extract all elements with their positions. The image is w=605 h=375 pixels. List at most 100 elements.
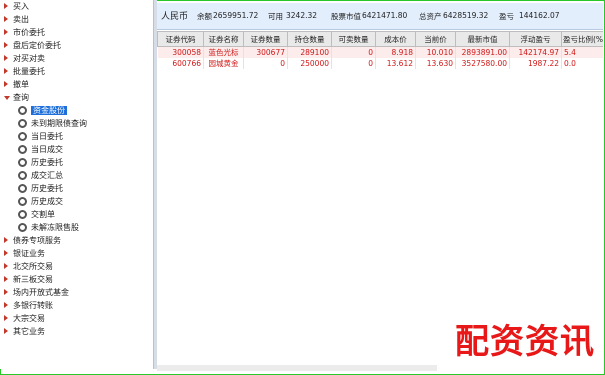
tree-item-bond-query[interactable]: 未到期限债查询 [18,117,87,130]
tree-item-today-trades[interactable]: 当日成交 [18,143,63,156]
collapsed-arrow-icon [4,314,9,323]
cell-floating-pnl: 1987.22 [509,58,562,69]
tree-label: 债券专项服务 [13,236,61,245]
tree-label: 多银行转账 [13,301,53,310]
tree-label: 资金股份 [31,106,67,115]
column-header[interactable]: 盈亏比例(%) [561,31,603,47]
tree-label: 盘后定价委托 [13,41,61,50]
collapsed-arrow-icon [4,41,9,50]
account-summary-bar: 人民币 余额 2659951.72 可用 3242.32 股票市值 642147… [157,3,603,30]
available-value: 3242.32 [286,11,318,20]
collapsed-arrow-icon [4,275,9,284]
collapsed-arrow-icon [4,67,9,76]
tree-label: 新三板交易 [13,275,53,284]
expanded-arrow-icon [4,93,10,102]
cell-code: 600766 [157,58,204,69]
tree-item-cancel[interactable]: 撤单 [4,78,29,91]
column-header[interactable]: 成本价 [375,31,416,47]
cell-sellable: 0 [331,58,376,69]
watermark-text: 配资资讯 [455,322,595,362]
cell-pnl-ratio: 0.0 [561,58,603,69]
tree-item-block-trade[interactable]: 大宗交易 [4,312,45,325]
gear-icon [18,145,27,154]
cell-name: 园城黄金 [203,58,244,69]
tree-item-bse-trading[interactable]: 北交所交易 [4,260,53,273]
tree-label: 对买对卖 [13,54,45,63]
tree-item-lof-fund[interactable]: 场内开放式基金 [4,286,69,299]
gear-icon [18,197,27,206]
balance-value: 2659951.72 [213,11,259,20]
pnl-label: 盈亏 [499,12,514,21]
column-header[interactable]: 证券名称 [203,31,244,47]
horizontal-scrollbar[interactable] [157,365,437,371]
tree-item-neeq-trading[interactable]: 新三板交易 [4,273,53,286]
tree-item-multi-bank[interactable]: 多银行转账 [4,299,53,312]
tree-label: 历史委托 [31,184,63,193]
cell-market-value: 3527580.00 [455,58,510,69]
column-header[interactable]: 证券代码 [157,31,204,47]
tree-label: 北交所交易 [13,262,53,271]
tree-item-history-orders-2[interactable]: 历史委托 [18,182,63,195]
gear-icon [18,210,27,219]
tree-label: 交割单 [31,210,55,219]
collapsed-arrow-icon [4,15,9,24]
column-header[interactable]: 当前价 [415,31,456,47]
column-header[interactable]: 浮动盈亏 [509,31,562,47]
cell-position: 289100 [287,46,332,58]
tree-item-after-hours[interactable]: 盘后定价委托 [4,39,61,52]
cell-pnl-ratio: 5.4 [561,46,603,58]
nav-tree: 买入 卖出 市价委托 盘后定价委托 对买对卖 批量委托 撤单 查询 资金股份 未… [0,0,153,369]
tree-label: 成交汇总 [31,171,63,180]
table-row[interactable]: 600766 园城黄金 0 250000 0 13.612 13.630 352… [157,58,603,69]
tree-item-bond-service[interactable]: 债券专项服务 [4,234,61,247]
available-label: 可用 [268,12,283,21]
gear-icon [18,184,27,193]
collapsed-arrow-icon [4,249,9,258]
tree-item-settlement[interactable]: 交割单 [18,208,55,221]
cell-current-price: 10.010 [415,46,456,58]
stock-value-label: 股票市值 [331,12,361,21]
tree-label: 查询 [13,93,29,102]
tree-item-history-orders[interactable]: 历史委托 [18,156,63,169]
gear-icon [18,158,27,167]
pnl-value: 144162.07 [519,11,560,20]
tree-item-query[interactable]: 查询 [4,91,29,104]
column-header[interactable]: 可卖数量 [331,31,376,47]
tree-item-other[interactable]: 其它业务 [4,325,45,338]
tree-item-funds-holdings[interactable]: 资金股份 [18,104,67,117]
collapsed-arrow-icon [4,288,9,297]
gear-icon [18,223,27,232]
column-header[interactable]: 最新市值 [455,31,510,47]
collapsed-arrow-icon [4,301,9,310]
tree-item-market-order[interactable]: 市价委托 [4,26,45,39]
tree-item-pair-trade[interactable]: 对买对卖 [4,52,45,65]
tree-item-batch-order[interactable]: 批量委托 [4,65,45,78]
tree-label: 当日委托 [31,132,63,141]
collapsed-arrow-icon [4,80,9,89]
tree-item-buy[interactable]: 买入 [4,0,29,13]
collapsed-arrow-icon [4,28,9,37]
tree-item-history-trades[interactable]: 历史成交 [18,195,63,208]
collapsed-arrow-icon [4,262,9,271]
tree-item-today-orders[interactable]: 当日委托 [18,130,63,143]
tree-item-trade-summary[interactable]: 成交汇总 [18,169,63,182]
table-row[interactable]: 300058 蓝色光标 300677 289100 0 8.918 10.010… [157,46,603,58]
cell-code: 300058 [157,46,204,58]
tree-label: 卖出 [13,15,29,24]
cell-quantity: 0 [243,58,288,69]
tree-label: 银证业务 [13,249,45,258]
tree-item-sell[interactable]: 卖出 [4,13,29,26]
tree-label: 大宗交易 [13,314,45,323]
tree-label: 未解冻限售股 [31,223,79,232]
total-assets-label: 总资产 [419,12,442,21]
tree-item-restricted-shares[interactable]: 未解冻限售股 [18,221,79,234]
tree-label: 未到期限债查询 [31,119,87,128]
tree-item-bank-securities[interactable]: 银证业务 [4,247,45,260]
balance-label: 余额 [197,12,212,21]
column-header[interactable]: 证券数量 [243,31,288,47]
column-header[interactable]: 持仓数量 [287,31,332,47]
cell-name: 蓝色光标 [203,46,244,58]
stock-value: 6421471.80 [362,11,408,20]
tree-label: 当日成交 [31,145,63,154]
tree-label: 历史成交 [31,197,63,206]
